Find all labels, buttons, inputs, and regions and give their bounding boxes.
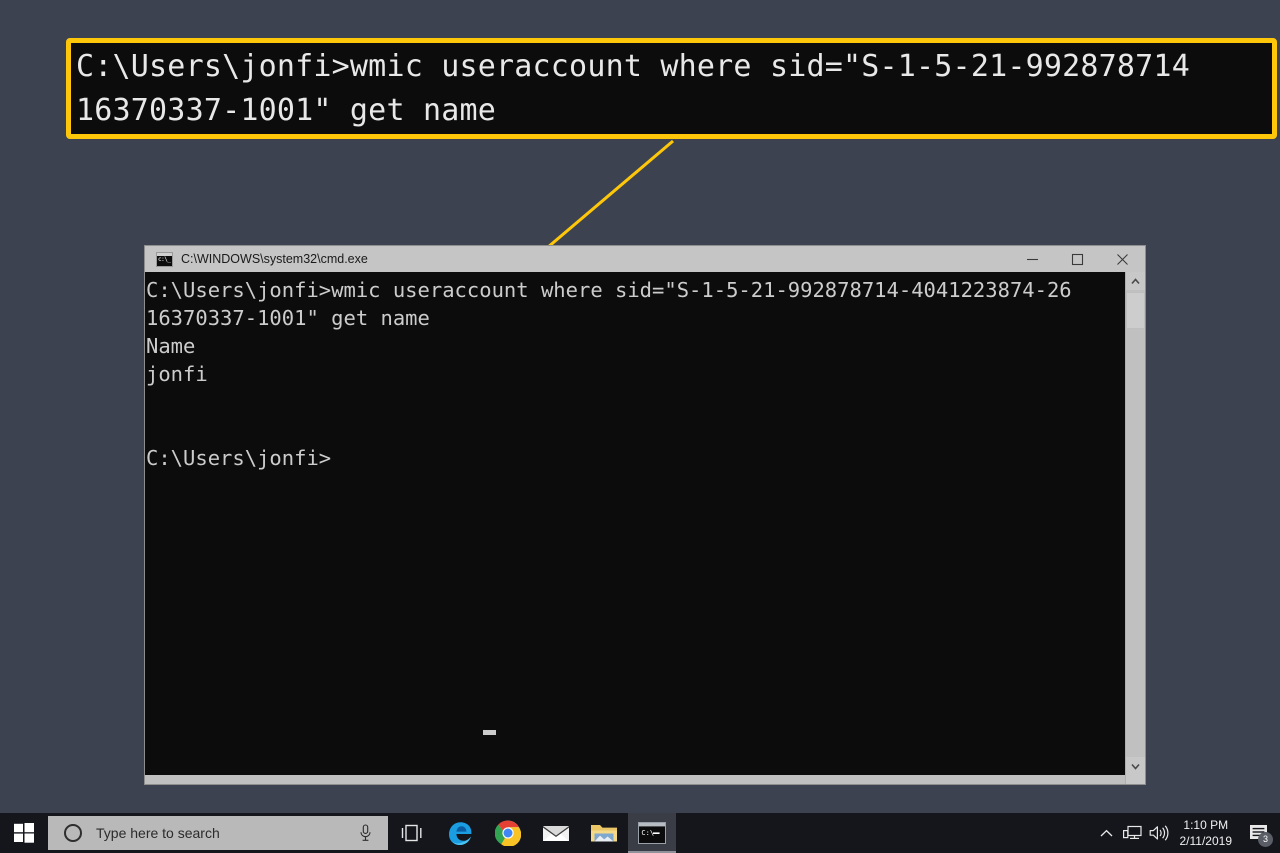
scrollbar-track[interactable] <box>1126 290 1145 757</box>
zoomed-command-callout: C:\Users\jonfi>wmic useraccount where si… <box>66 38 1277 139</box>
task-view-icon <box>401 824 422 842</box>
edge-icon <box>448 821 471 845</box>
window-titlebar[interactable]: C:\WINDOWS\system32\cmd.exe <box>145 246 1145 272</box>
clock[interactable]: 1:10 PM 2/11/2019 <box>1172 817 1243 849</box>
taskbar-item-mail[interactable] <box>532 813 580 853</box>
minimize-button[interactable] <box>1010 246 1055 272</box>
taskbar: Type here to search C:\ 1:10 PM 2/11/201… <box>0 813 1280 853</box>
start-button[interactable] <box>0 813 48 853</box>
show-hidden-icons-button[interactable] <box>1094 813 1120 853</box>
clock-date: 2/11/2019 <box>1179 834 1233 848</box>
console-text: C:\Users\jonfi>wmic useraccount where si… <box>146 278 1072 470</box>
network-icon[interactable] <box>1120 813 1146 853</box>
scrollbar-down-arrow-icon[interactable] <box>1126 757 1145 775</box>
clock-time: 1:10 PM <box>1183 818 1229 832</box>
cmd-icon: C:\ <box>638 822 666 844</box>
windows-logo-icon <box>14 823 34 843</box>
mail-icon <box>543 826 569 841</box>
notification-badge: 3 <box>1258 832 1273 847</box>
console-cursor <box>483 730 496 735</box>
taskbar-item-chrome[interactable] <box>484 813 532 853</box>
cmd-icon <box>156 251 173 267</box>
scrollbar-up-arrow-icon[interactable] <box>1126 272 1145 290</box>
microphone-icon[interactable] <box>359 824 372 847</box>
taskbar-item-edge[interactable] <box>436 813 484 853</box>
svg-text:C:\: C:\ <box>641 829 654 837</box>
system-tray: 1:10 PM 2/11/2019 3 <box>1094 813 1280 853</box>
console-output-area[interactable]: C:\Users\jonfi>wmic useraccount where si… <box>145 272 1125 775</box>
window-title: C:\WINDOWS\system32\cmd.exe <box>181 252 368 266</box>
callout-command-text: C:\Users\jonfi>wmic useraccount where si… <box>76 49 1190 128</box>
command-prompt-window[interactable]: C:\WINDOWS\system32\cmd.exe C: <box>145 246 1145 784</box>
taskbar-item-file-explorer[interactable] <box>580 813 628 853</box>
search-placeholder: Type here to search <box>96 825 220 841</box>
chrome-icon <box>495 820 521 846</box>
cortana-circle-icon <box>64 824 82 842</box>
console-scrollbar[interactable] <box>1125 272 1145 784</box>
volume-icon[interactable] <box>1146 813 1172 853</box>
maximize-button[interactable] <box>1055 246 1100 272</box>
scrollbar-thumb[interactable] <box>1126 292 1145 329</box>
window-controls <box>1010 246 1145 272</box>
close-button[interactable] <box>1100 246 1145 272</box>
search-input[interactable]: Type here to search <box>48 816 388 850</box>
file-explorer-icon <box>591 825 617 842</box>
taskbar-item-command-prompt[interactable]: C:\ <box>628 813 676 853</box>
window-body: C:\Users\jonfi>wmic useraccount where si… <box>145 272 1145 784</box>
action-center-button[interactable]: 3 <box>1242 813 1276 853</box>
taskbar-item-task-view[interactable] <box>388 813 436 853</box>
